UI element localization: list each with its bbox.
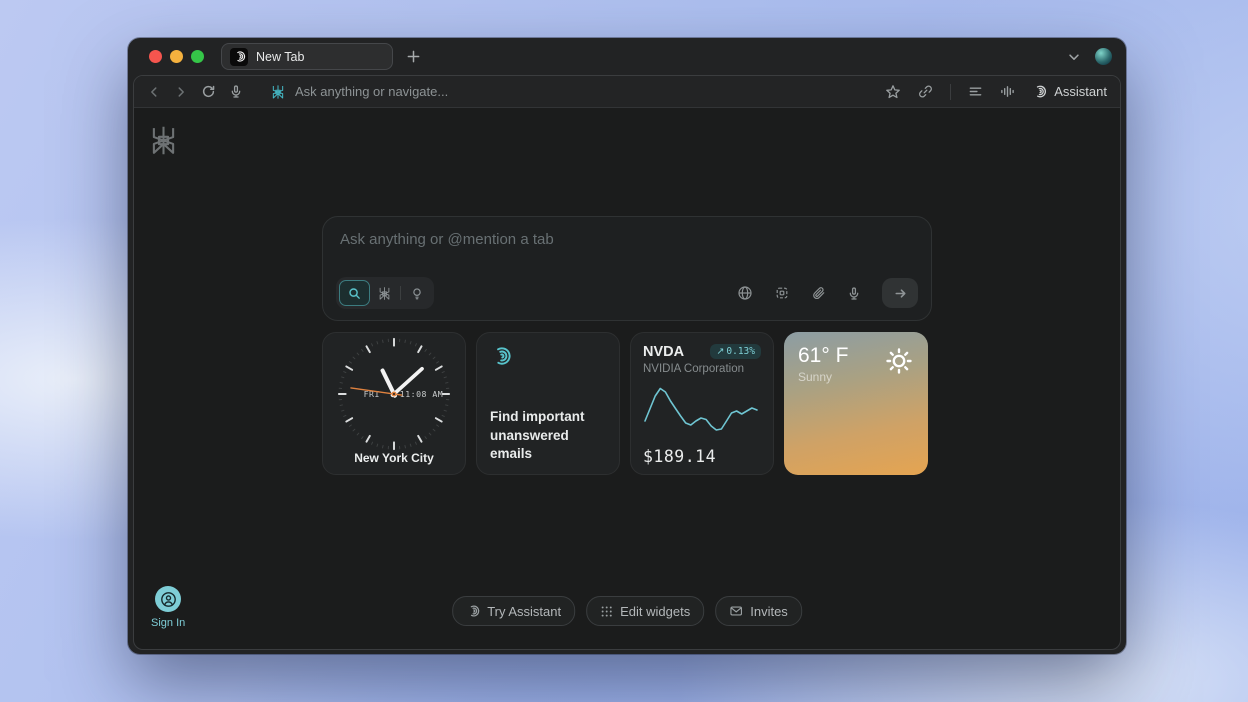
web-search-globe-icon[interactable] — [737, 285, 753, 301]
widgets-row: FRI 11:08 AM New York City Fi — [322, 332, 928, 475]
toolbar: Ask anything or navigate... Ass — [134, 76, 1120, 108]
invites-label: Invites — [750, 604, 788, 619]
assistant-label: Assistant — [1054, 84, 1107, 99]
reading-list-icon[interactable] — [968, 84, 983, 99]
sign-in-label: Sign In — [151, 617, 185, 629]
bookmark-star-icon[interactable] — [885, 84, 901, 100]
back-button[interactable] — [147, 85, 161, 99]
stock-symbol: NVDA — [643, 344, 684, 360]
tab-strip: New Tab — [128, 38, 1126, 75]
copy-link-icon[interactable] — [918, 84, 933, 99]
minimize-window-button[interactable] — [170, 50, 183, 63]
stock-company-name: NVIDIA Corporation — [643, 363, 761, 375]
perplexity-logo — [147, 123, 180, 158]
stock-change-value: 0.13% — [726, 346, 755, 357]
clock-time: 11:08 AM — [400, 389, 443, 399]
email-suggestion-widget[interactable]: Find important unanswered emails — [476, 332, 620, 475]
dictation-mic-icon[interactable] — [847, 286, 861, 301]
sun-icon — [881, 343, 917, 379]
search-mode-pill — [336, 277, 434, 309]
close-window-button[interactable] — [149, 50, 162, 63]
perplexity-logo-icon — [270, 84, 286, 100]
traffic-lights — [149, 50, 204, 63]
stock-price: $189.14 — [643, 447, 716, 466]
stock-sparkline-chart — [641, 380, 761, 442]
stock-change-badge: ↗ 0.13% — [710, 344, 761, 359]
content-frame: Ask anything or navigate... Ass — [133, 75, 1121, 650]
browser-window: New Tab — [128, 38, 1126, 654]
voice-search-mic-icon[interactable] — [229, 84, 243, 99]
clock-city-label: New York City — [354, 451, 434, 465]
clock-widget[interactable]: FRI 11:08 AM New York City — [322, 332, 466, 475]
attach-paperclip-icon[interactable] — [811, 286, 826, 301]
grid-dots-icon — [600, 605, 613, 618]
search-mode-button[interactable] — [339, 280, 370, 306]
new-tab-button[interactable] — [406, 49, 421, 64]
profile-avatar[interactable] — [1095, 48, 1112, 65]
submit-arrow-button[interactable] — [882, 278, 918, 308]
voice-waveform-icon[interactable] — [1000, 84, 1015, 99]
comet-favicon-icon — [230, 48, 248, 66]
edit-widgets-label: Edit widgets — [620, 604, 690, 619]
weather-widget[interactable]: 61° F Sunny — [784, 332, 928, 475]
stock-widget[interactable]: NVDA ↗ 0.13% NVIDIA Corporation $189.14 — [630, 332, 774, 475]
tab-new-tab[interactable]: New Tab — [221, 43, 393, 70]
forward-button[interactable] — [174, 85, 188, 99]
email-suggestion-text: Find important unanswered emails — [490, 408, 606, 463]
tab-title: New Tab — [256, 50, 304, 64]
try-assistant-label: Try Assistant — [487, 604, 561, 619]
edit-widgets-button[interactable]: Edit widgets — [586, 596, 704, 626]
assistant-button[interactable]: Assistant — [1032, 84, 1107, 99]
tab-overview-chevron-button[interactable] — [1067, 50, 1081, 64]
labs-mode-button[interactable] — [403, 280, 431, 306]
sign-in-button[interactable]: Sign In — [151, 586, 185, 629]
model-chip-icon[interactable] — [774, 285, 790, 301]
new-tab-page: Ask anything or @mention a tab — [134, 108, 1120, 649]
try-assistant-button[interactable]: Try Assistant — [452, 596, 575, 626]
trend-up-arrow-icon: ↗ — [716, 346, 724, 357]
reload-button[interactable] — [201, 84, 216, 99]
invites-button[interactable]: Invites — [715, 596, 802, 626]
footer-buttons: Try Assistant Edit widgets Invites — [452, 596, 802, 626]
envelope-icon — [729, 604, 743, 618]
url-omnibox[interactable]: Ask anything or navigate... — [270, 84, 448, 100]
zoom-window-button[interactable] — [191, 50, 204, 63]
url-placeholder: Ask anything or navigate... — [295, 84, 448, 99]
research-mode-button[interactable] — [370, 280, 398, 306]
toolbar-divider — [950, 84, 951, 100]
sign-in-avatar-icon — [155, 586, 181, 612]
ask-input-box[interactable]: Ask anything or @mention a tab — [322, 216, 932, 321]
mode-divider — [400, 286, 401, 300]
comet-swirl-icon — [466, 604, 480, 618]
ask-input-placeholder: Ask anything or @mention a tab — [340, 231, 554, 248]
comet-swirl-icon — [490, 345, 512, 367]
